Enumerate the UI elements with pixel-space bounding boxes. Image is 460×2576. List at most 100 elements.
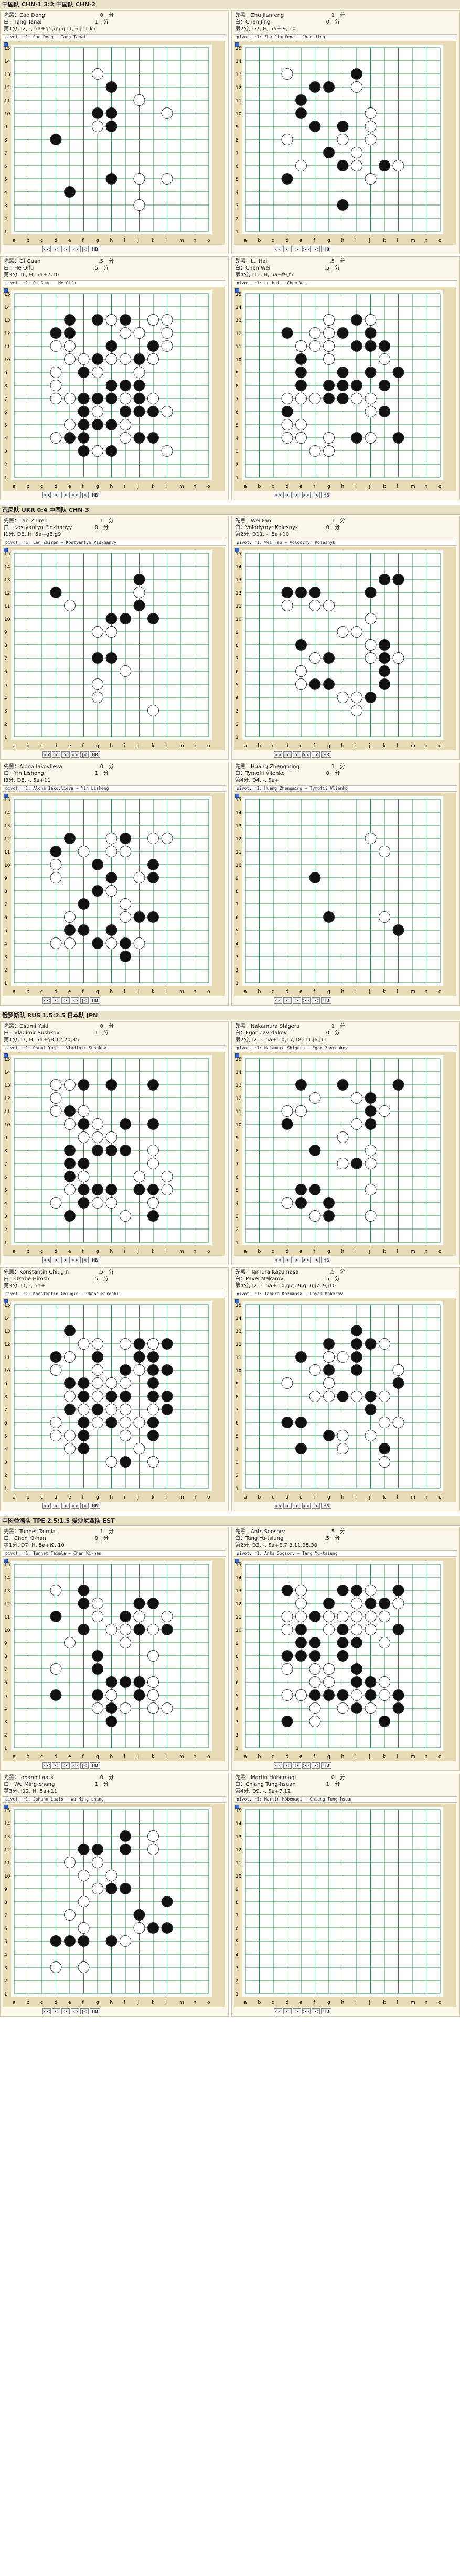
hb-button[interactable]: HB [321,751,331,758]
go-board[interactable]: 15 a 14 b 13 c 12 d 11 e 10 f 9 g 8 h 7 i 6 j 5 k 4 l 3 m 2 n 1 o [234,547,456,750]
nav-button-2[interactable]: > [293,1257,301,1263]
nav-button-1[interactable]: < [283,246,292,252]
nav-button-4[interactable]: |< [312,1762,320,1769]
nav-button-4[interactable]: |< [80,997,89,1004]
hb-button[interactable]: HB [321,1503,331,1509]
nav-button-4[interactable]: |< [80,2008,89,2014]
nav-button-4[interactable]: |< [312,751,320,758]
hb-button[interactable]: HB [321,1257,331,1263]
board-svg[interactable]: 15a14b13c12d11e10f9g8h7i6j5k4l3m2n1o [3,287,225,491]
nav-button-1[interactable]: < [52,1257,60,1263]
hb-button[interactable]: HB [321,997,331,1004]
board-svg[interactable]: 15a14b13c12d11e10f9g8h7i6j5k4l3m2n1o [3,547,225,750]
nav-button-1[interactable]: < [52,751,60,758]
board-svg[interactable]: 15a14b13c12d11e10f9g8h7i6j5k4l3m2n1o [3,793,225,996]
nav-button-1[interactable]: < [283,997,292,1004]
hb-button[interactable]: HB [90,751,100,758]
nav-button-0[interactable]: << [42,2008,51,2014]
nav-button-0[interactable]: << [42,997,51,1004]
go-board[interactable]: 15 a 14 b 13 c 12 d 11 e 10 f 9 g 8 h 7 i 6 j 5 k 4 l 3 m 2 n 1 o [3,793,225,996]
board-svg[interactable]: 15a14b13c12d11e10f9g8h7i6j5k4l3m2n1o [3,1052,225,1256]
nav-button-1[interactable]: < [52,492,60,498]
nav-button-4[interactable]: |< [312,1503,320,1509]
nav-button-2[interactable]: > [61,1762,70,1769]
checkbox-icon[interactable] [235,1559,239,1563]
nav-button-4[interactable]: |< [80,246,89,252]
checkbox-icon[interactable] [4,288,8,293]
nav-button-1[interactable]: < [52,1762,60,1769]
nav-button-1[interactable]: < [52,246,60,252]
nav-button-3[interactable]: >> [71,492,79,498]
nav-button-4[interactable]: |< [312,2008,320,2014]
nav-button-1[interactable]: < [52,1503,60,1509]
nav-button-2[interactable]: > [293,1762,301,1769]
nav-button-4[interactable]: |< [312,246,320,252]
nav-button-0[interactable]: << [274,1257,282,1263]
nav-button-3[interactable]: >> [71,1762,79,1769]
go-board[interactable]: 15 a 14 b 13 c 12 d 11 e 10 f 9 g 8 h 7 i 6 j 5 k 4 l 3 m 2 n 1 o [3,1298,225,1502]
go-board[interactable]: 15 a 14 b 13 c 12 d 11 e 10 f 9 g 8 h 7 i 6 j 5 k 4 l 3 m 2 n 1 o [234,1558,456,1761]
go-board[interactable]: 15 a 14 b 13 c 12 d 11 e 10 f 9 g 8 h 7 i 6 j 5 k 4 l 3 m 2 n 1 o [3,1052,225,1256]
nav-button-4[interactable]: |< [312,997,320,1004]
nav-button-2[interactable]: > [293,246,301,252]
nav-button-4[interactable]: |< [80,492,89,498]
checkbox-icon[interactable] [4,1053,8,1058]
hb-button[interactable]: HB [90,492,100,498]
nav-button-3[interactable]: >> [71,751,79,758]
nav-button-4[interactable]: |< [80,751,89,758]
board-svg[interactable]: 15a14b13c12d11e10f9g8h7i6j5k4l3m2n1o [234,1298,456,1502]
checkbox-icon[interactable] [4,794,8,798]
hb-button[interactable]: HB [90,2008,100,2014]
go-board[interactable]: 15 a 14 b 13 c 12 d 11 e 10 f 9 g 8 h 7 i 6 j 5 k 4 l 3 m 2 n 1 o [3,41,225,245]
board-svg[interactable]: 15a14b13c12d11e10f9g8h7i6j5k4l3m2n1o [234,793,456,996]
checkbox-icon[interactable] [4,1805,8,1809]
nav-button-0[interactable]: << [274,997,282,1004]
nav-button-3[interactable]: >> [71,1503,79,1509]
hb-button[interactable]: HB [321,1762,331,1769]
checkbox-icon[interactable] [235,1053,239,1058]
nav-button-1[interactable]: < [283,492,292,498]
nav-button-4[interactable]: |< [80,1503,89,1509]
go-board[interactable]: 15 a 14 b 13 c 12 d 11 e 10 f 9 g 8 h 7 i 6 j 5 k 4 l 3 m 2 n 1 o [234,1052,456,1256]
nav-button-1[interactable]: < [283,1762,292,1769]
board-svg[interactable]: 15a14b13c12d11e10f9g8h7i6j5k4l3m2n1o [3,1558,225,1761]
checkbox-icon[interactable] [235,1805,239,1809]
nav-button-2[interactable]: > [293,1503,301,1509]
go-board[interactable]: 15 a 14 b 13 c 12 d 11 e 10 f 9 g 8 h 7 i 6 j 5 k 4 l 3 m 2 n 1 o [3,547,225,750]
go-board[interactable]: 15 a 14 b 13 c 12 d 11 e 10 f 9 g 8 h 7 i 6 j 5 k 4 l 3 m 2 n 1 o [234,793,456,996]
board-svg[interactable]: 15a14b13c12d11e10f9g8h7i6j5k4l3m2n1o [3,41,225,245]
nav-button-2[interactable]: > [293,492,301,498]
nav-button-3[interactable]: >> [302,1257,311,1263]
hb-button[interactable]: HB [321,492,331,498]
nav-button-2[interactable]: > [61,2008,70,2014]
board-svg[interactable]: 15a14b13c12d11e10f9g8h7i6j5k4l3m2n1o [234,41,456,245]
nav-button-0[interactable]: << [42,751,51,758]
nav-button-0[interactable]: << [42,492,51,498]
nav-button-1[interactable]: < [283,2008,292,2014]
nav-button-3[interactable]: >> [302,1762,311,1769]
nav-button-2[interactable]: > [293,751,301,758]
checkbox-icon[interactable] [235,1299,239,1303]
nav-button-2[interactable]: > [61,246,70,252]
board-svg[interactable]: 15a14b13c12d11e10f9g8h7i6j5k4l3m2n1o [234,1558,456,1761]
nav-button-4[interactable]: |< [312,492,320,498]
nav-button-3[interactable]: >> [71,997,79,1004]
board-svg[interactable]: 15a14b13c12d11e10f9g8h7i6j5k4l3m2n1o [3,1298,225,1502]
board-svg[interactable]: 15a14b13c12d11e10f9g8h7i6j5k4l3m2n1o [234,1804,456,2007]
nav-button-0[interactable]: << [274,2008,282,2014]
board-svg[interactable]: 15a14b13c12d11e10f9g8h7i6j5k4l3m2n1o [3,1804,225,2007]
hb-button[interactable]: HB [90,997,100,1004]
checkbox-icon[interactable] [4,42,8,47]
hb-button[interactable]: HB [90,246,100,252]
nav-button-2[interactable]: > [61,997,70,1004]
nav-button-1[interactable]: < [283,751,292,758]
nav-button-3[interactable]: >> [302,751,311,758]
nav-button-2[interactable]: > [293,997,301,1004]
nav-button-3[interactable]: >> [302,492,311,498]
hb-button[interactable]: HB [90,1503,100,1509]
board-svg[interactable]: 15a14b13c12d11e10f9g8h7i6j5k4l3m2n1o [234,1052,456,1256]
nav-button-0[interactable]: << [42,1762,51,1769]
go-board[interactable]: 15 a 14 b 13 c 12 d 11 e 10 f 9 g 8 h 7 i 6 j 5 k 4 l 3 m 2 n 1 o [234,287,456,491]
nav-button-0[interactable]: << [274,1762,282,1769]
checkbox-icon[interactable] [235,288,239,293]
